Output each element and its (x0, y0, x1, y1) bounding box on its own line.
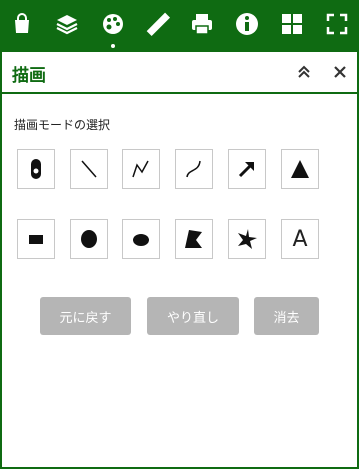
polygon-icon (185, 230, 202, 248)
section-label: 描画モードの選択 (14, 118, 111, 132)
point-tool-button[interactable] (17, 149, 55, 189)
active-indicator-dot (111, 44, 115, 48)
info-icon[interactable] (231, 8, 263, 40)
ellipse-tool-button[interactable] (122, 219, 160, 259)
printer-icon[interactable] (186, 8, 218, 40)
marker-icon (31, 159, 41, 179)
star-tool-button[interactable] (228, 219, 266, 259)
circle-tool-button[interactable] (70, 219, 108, 259)
star-icon (238, 229, 257, 249)
line-icon (81, 160, 97, 178)
collapse-chevron-icon[interactable] (296, 64, 312, 80)
delete-button[interactable]: 消去 (254, 297, 319, 335)
curve-icon (186, 160, 201, 178)
panel-header: 描画 (2, 52, 357, 94)
fullscreen-icon[interactable] (321, 8, 353, 40)
triangle-icon (291, 160, 309, 178)
polygon-tool-button[interactable] (175, 219, 213, 259)
grid-icon[interactable] (276, 8, 308, 40)
ellipse-icon (133, 234, 149, 246)
line-tool-button[interactable] (70, 149, 108, 189)
text-tool-button[interactable]: A (281, 219, 319, 259)
polyline-tool-button[interactable] (122, 149, 160, 189)
polyline-icon (132, 160, 149, 178)
panel-title: 描画 (12, 66, 46, 86)
text-tool-glyph: A (292, 226, 308, 252)
close-icon[interactable] (332, 64, 348, 80)
freehand-tool-button[interactable] (175, 149, 213, 189)
shopping-bag-icon[interactable] (6, 8, 38, 40)
triangle-tool-button[interactable] (281, 149, 319, 189)
palette-icon[interactable] (97, 8, 129, 40)
ruler-icon[interactable] (142, 8, 174, 40)
rectangle-icon (29, 235, 43, 244)
undo-button[interactable]: 元に戻す (40, 297, 131, 335)
top-toolbar (0, 0, 359, 52)
layers-icon[interactable] (51, 8, 83, 40)
rectangle-tool-button[interactable] (17, 219, 55, 259)
circle-icon (81, 230, 97, 248)
arrow-tool-button[interactable] (228, 149, 266, 189)
draw-panel: 描画 (0, 52, 359, 469)
redo-button[interactable]: やり直し (147, 297, 239, 335)
arrow-icon (238, 162, 254, 178)
